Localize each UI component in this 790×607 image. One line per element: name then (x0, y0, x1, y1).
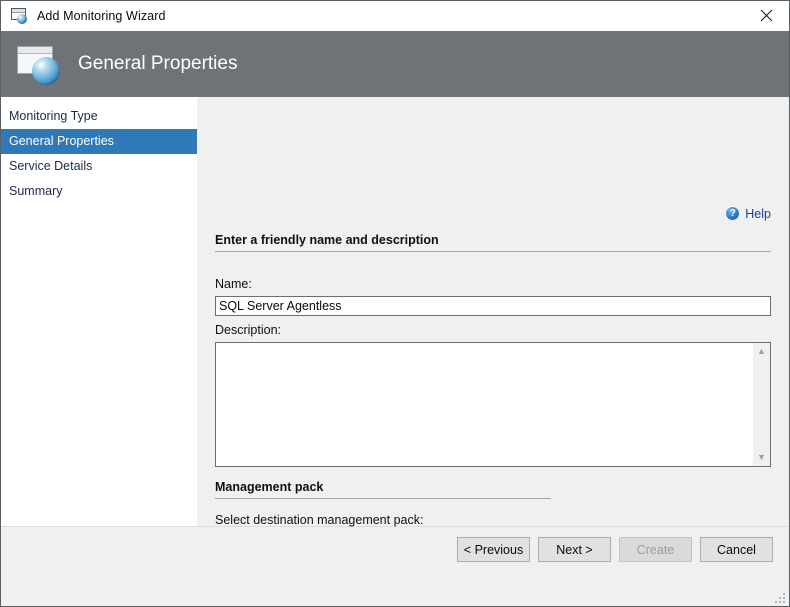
sidebar-item-service-details[interactable]: Service Details (1, 154, 197, 179)
help-link[interactable]: ? Help (725, 206, 771, 221)
help-label: Help (745, 206, 771, 221)
page-title: General Properties (78, 53, 238, 74)
footer-button-group: < Previous Next > Create Cancel (457, 537, 773, 562)
name-label: Name: (215, 277, 252, 291)
description-textarea-wrapper: ▲ ▼ (215, 342, 771, 467)
friendly-name-section: Enter a friendly name and description (215, 233, 771, 252)
description-scrollbar[interactable]: ▲ ▼ (752, 343, 770, 466)
next-button[interactable]: Next > (538, 537, 611, 562)
previous-button[interactable]: < Previous (457, 537, 530, 562)
sidebar-item-summary[interactable]: Summary (1, 179, 197, 204)
wizard-steps-sidebar: Monitoring Type General Properties Servi… (1, 97, 197, 526)
name-input[interactable] (215, 296, 771, 316)
section-divider (215, 251, 771, 252)
title-bar: Add Monitoring Wizard (1, 1, 789, 31)
description-label: Description: (215, 323, 281, 337)
window-sphere-icon (11, 8, 29, 24)
help-circle-icon: ? (725, 206, 741, 221)
window-title: Add Monitoring Wizard (37, 9, 166, 23)
create-button: Create (619, 537, 692, 562)
section-divider (215, 498, 551, 499)
wizard-footer: < Previous Next > Create Cancel (1, 527, 789, 606)
sidebar-item-monitoring-type[interactable]: Monitoring Type (1, 104, 197, 129)
chevron-up-icon[interactable]: ▲ (753, 343, 770, 360)
cancel-button[interactable]: Cancel (700, 537, 773, 562)
name-field-group: Name: (215, 277, 771, 316)
header-window-sphere-icon (13, 41, 65, 87)
management-pack-section: Management pack (215, 480, 551, 499)
description-input[interactable] (216, 343, 752, 466)
close-icon[interactable] (743, 1, 789, 30)
page-header: General Properties (1, 31, 789, 97)
description-field-group: Description: ▲ ▼ (215, 323, 771, 467)
sidebar-item-general-properties[interactable]: General Properties (1, 129, 197, 154)
content-panel: ? Help Enter a friendly name and descrip… (197, 97, 789, 555)
chevron-down-icon[interactable]: ▼ (753, 449, 770, 466)
friendly-name-heading: Enter a friendly name and description (215, 233, 439, 247)
add-monitoring-wizard-window: Add Monitoring Wizard General Properties… (0, 0, 790, 607)
management-pack-heading: Management pack (215, 480, 324, 494)
resize-grip-icon[interactable] (774, 592, 785, 603)
wizard-body: Monitoring Type General Properties Servi… (1, 97, 789, 555)
